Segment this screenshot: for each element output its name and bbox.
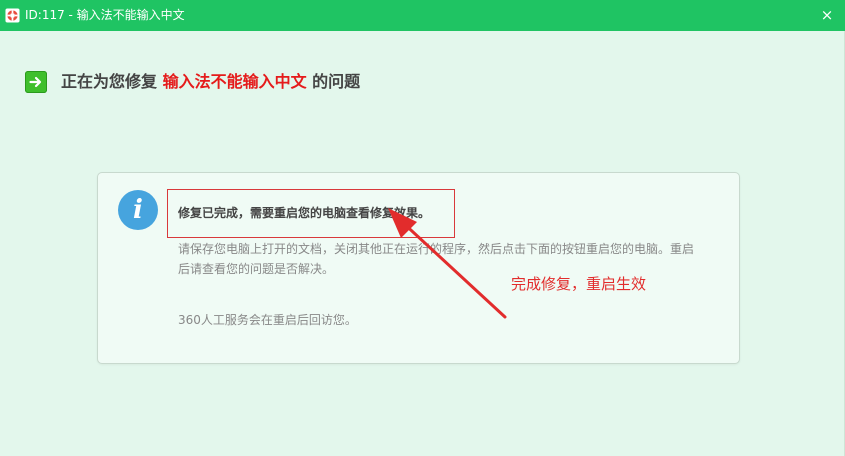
- annotation-text: 完成修复，重启生效: [511, 275, 647, 293]
- title-bar: ID:117 - 输入法不能输入中文 ×: [0, 0, 845, 31]
- problem-name: 输入法不能输入中文: [162, 72, 307, 91]
- heading-prefix: 正在为您修复: [61, 72, 163, 91]
- window-title: ID:117 - 输入法不能输入中文: [25, 8, 185, 22]
- close-icon: ×: [820, 6, 834, 24]
- arrow-right-icon: [25, 71, 47, 93]
- close-button[interactable]: ×: [817, 5, 837, 25]
- lifebuoy-icon: [5, 8, 20, 23]
- info-icon: i: [118, 190, 158, 230]
- page-heading: 正在为您修复 输入法不能输入中文 的问题: [25, 70, 360, 94]
- heading-text: 正在为您修复 输入法不能输入中文 的问题: [61, 71, 360, 93]
- annotation-highlight-box: [167, 189, 455, 238]
- heading-suffix: 的问题: [306, 72, 361, 91]
- callback-note: 360人工服务会在重启后回访您。: [178, 313, 357, 327]
